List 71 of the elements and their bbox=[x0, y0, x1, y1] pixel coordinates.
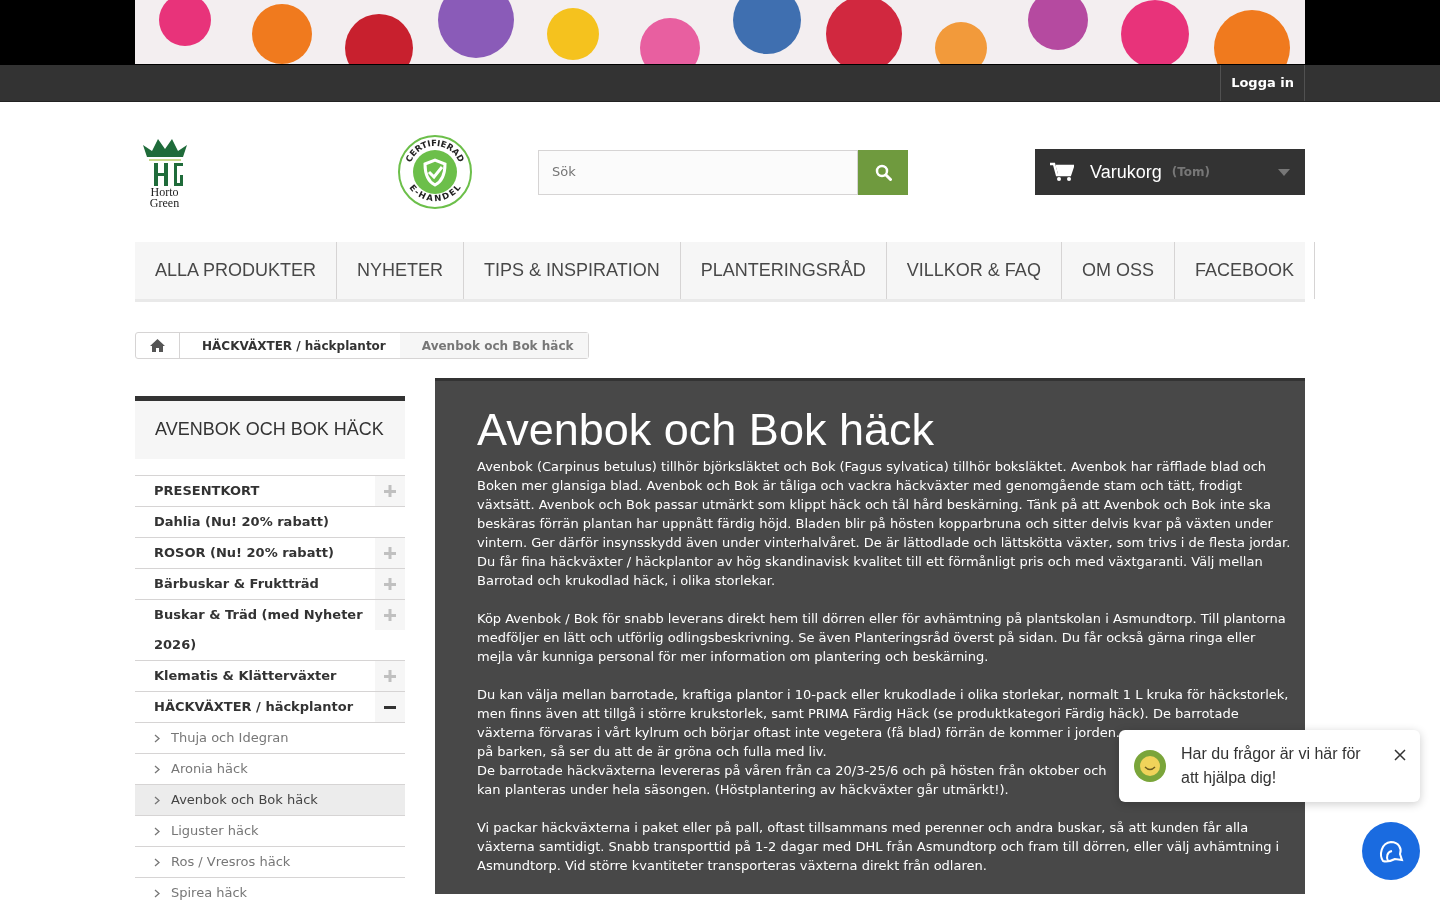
breadcrumb-link[interactable]: HÄCKVÄXTER / häckplantor bbox=[180, 333, 400, 358]
text-line: Vi packar häckväxterna i paket eller på pall, oftast tillsammans med perenner och andra buskar, så att kunden får alla bbox=[477, 819, 1249, 837]
cart-button[interactable]: Varukorg (Tom) bbox=[1035, 149, 1305, 195]
subcategory-link[interactable]: Thuja och Idegran bbox=[135, 723, 405, 754]
chat-message: Har du frågor är vi här för att hjälpa dig! bbox=[1181, 744, 1362, 788]
page-title: Avenbok och Bok häck bbox=[477, 406, 935, 454]
sidebar-title: AVENBOK OCH BOK HÄCK bbox=[135, 396, 405, 459]
chevron-icon bbox=[154, 764, 160, 774]
category-link[interactable]: Dahlia (Nu! 20% rabatt) bbox=[135, 507, 405, 537]
chevron-icon bbox=[154, 826, 160, 836]
nav-link[interactable]: FACEBOOK bbox=[1174, 242, 1315, 299]
plus-icon bbox=[384, 547, 396, 559]
expand-toggle[interactable] bbox=[375, 692, 405, 722]
text-line: växterna förvaras i vårt kylrum och börjar oftast inte vegetera (få blad) förrän de kommer i jorden. bbox=[477, 724, 1120, 742]
category-link[interactable]: ROSOR (Nu! 20% rabatt) bbox=[135, 538, 375, 568]
plus-icon bbox=[384, 670, 396, 682]
nav-link[interactable]: VILLKOR & FAQ bbox=[886, 242, 1062, 299]
text-line: vintern. Ger därför insynsskydd även under vinterhalvåret. De är lättodlade och lättskötta växter, som trivs i de flesta jordar. bbox=[477, 534, 1291, 552]
category-link[interactable]: Buskar & Träd (med Nyheter 2026) bbox=[135, 600, 375, 660]
expand-toggle[interactable] bbox=[375, 600, 405, 630]
text-line: De barrotade häckväxterna levereras på våren från ca 20/3-25/6 och på hösten från oktober och bbox=[477, 762, 1107, 780]
breadcrumb-current: Avenbok och Bok häck bbox=[399, 333, 588, 358]
category-link[interactable]: Klematis & Klätterväxter bbox=[135, 661, 375, 691]
nav-link[interactable]: ALLA PRODUKTER bbox=[135, 242, 338, 299]
subcategory-link[interactable]: Liguster häck bbox=[135, 816, 405, 847]
logo[interactable]: Horto Green bbox=[137, 135, 192, 209]
expand-toggle[interactable] bbox=[375, 569, 405, 599]
text-line: Köp Avenbok / Bok för snabb leverans direkt hem till dörren eller för avhämtning på plantskolan i Asmundtorp. Till plantorna bbox=[477, 610, 1286, 628]
search-button[interactable] bbox=[858, 149, 908, 195]
expand-toggle[interactable] bbox=[375, 661, 405, 691]
search-icon bbox=[874, 163, 892, 181]
category-link[interactable]: HÄCKVÄXTER / häckplantor bbox=[135, 692, 375, 722]
subcategory-link[interactable]: Spirea häck bbox=[135, 878, 405, 900]
category-link[interactable]: Bärbuskar & Fruktträd bbox=[135, 569, 375, 599]
text-line: medföljer en lätt och utförlig odlingsbeskrivning. Se även Planteringsråd överst på sidan. Du får också gärna ringa eller bbox=[477, 629, 1256, 647]
plus-icon bbox=[384, 609, 396, 621]
text-line: Barrotad och krukodlad häck, i olika storlekar. bbox=[477, 572, 776, 590]
text-line: på barken, så ser du att de är gröna och fulla med liv. bbox=[477, 743, 827, 761]
expand-toggle[interactable] bbox=[375, 476, 405, 506]
text-line: Boken mer glansiga blad. Avenbok och Bok är tåliga och vackra häckväxter med genomgående stam och tätt, frodigt bbox=[477, 477, 1243, 495]
text-line: Avenbok (Carpinus betulus) tillhör björksläktet och Bok (Fagus sylvatica) tillhör boksläktet. Avenbok har räfflade blad och bbox=[477, 458, 1267, 476]
text-line: mejla vår kunniga personal för mer information om plantering och beskärning. bbox=[477, 648, 989, 666]
plus-icon bbox=[384, 485, 396, 497]
chevron-icon bbox=[154, 733, 160, 743]
caret-icon bbox=[1278, 169, 1290, 177]
nav-link[interactable]: PLANTERINGSRÅD bbox=[680, 242, 887, 299]
chevron-icon bbox=[154, 888, 160, 898]
category-link[interactable]: PRESENTKORT bbox=[135, 476, 375, 506]
text-line: kan planteras under hela säsongen. (Höstplantering av häckväxter går utmärkt!). bbox=[477, 781, 1009, 799]
nav-link[interactable]: OM OSS bbox=[1061, 242, 1175, 299]
subcategory-link[interactable]: Ros / Vresros häck bbox=[135, 847, 405, 878]
home-icon bbox=[150, 339, 165, 352]
plus-icon bbox=[384, 578, 396, 590]
nav-link[interactable]: NYHETER bbox=[337, 242, 465, 299]
text-line: Asmundtorp. Vid större kvantiteter transporteras växterna direkt från odlaren. bbox=[477, 857, 987, 875]
text-line: Du kan välja mellan barrotade, kraftiga plantor i 10-pack eller krukodlade i olika storlekar, normalt 1 L kruka för häckstorlek, bbox=[477, 686, 1289, 704]
text-line: beskäras förrän plantan har uppnått färdig höjd. Bladen blir på hösten kopparbruna och sitter delvis kvar på växten under bbox=[477, 515, 1273, 533]
expand-toggle[interactable] bbox=[375, 538, 405, 568]
nav-link[interactable]: TIPS & INSPIRATION bbox=[464, 242, 681, 299]
text-line: växterna samtidigt. Snabb transporttid på 1-2 dagar med DHL från Asmundtorp och fram till dörren, eller välj avhämtning i bbox=[477, 838, 1280, 856]
text-line: Du får fina häckväxter / häckplantor av hög skandinavisk kvalitet till ett förmånligt pris och med växtgaranti. Välj mellan bbox=[477, 553, 1263, 571]
chat-button[interactable] bbox=[1362, 822, 1420, 880]
close-icon bbox=[1394, 748, 1406, 761]
chevron-icon bbox=[154, 857, 160, 867]
subcategory-link[interactable]: Avenbok och Bok häck bbox=[135, 785, 405, 816]
sun-avatar-icon bbox=[1133, 749, 1167, 783]
chevron-icon bbox=[154, 795, 160, 805]
text-line: växtsätt. Avenbok och Bok passar utmärkt som klippt häck och tål hård beskärning. Tänk på att Avenbok och Bok inte ska bbox=[477, 496, 1271, 514]
text-line: men finns även att tillgå i större krukstorlek, samt PRIMA Färdig Häck (se produktkategori Färdig häck). De barrotade bbox=[477, 705, 1239, 723]
login-link[interactable]: Logga in bbox=[1220, 65, 1305, 101]
cart-icon bbox=[1050, 162, 1074, 182]
